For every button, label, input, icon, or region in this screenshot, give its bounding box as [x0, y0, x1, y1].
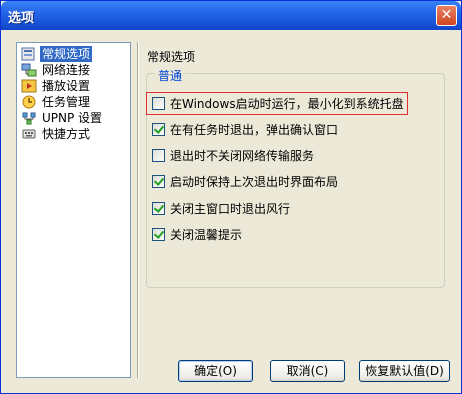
checkbox[interactable]: [152, 228, 165, 241]
nav-item-shortcut[interactable]: 快捷方式: [21, 126, 127, 142]
nav-item-upnp[interactable]: UPNP 设置: [21, 110, 127, 126]
nav-item-playback[interactable]: 播放设置: [21, 78, 127, 94]
dialog-body: 常规选项 网络连接 播放设置 任务管理 UPNP 设置 快捷方式 常规选项 普通…: [4, 30, 458, 392]
option-label: 关闭主窗口时退出风行: [170, 202, 291, 216]
network-connection-icon: [21, 63, 37, 77]
nav-item-task-manager[interactable]: 任务管理: [21, 94, 127, 110]
window-title: 选项: [8, 11, 35, 26]
restore-defaults-button[interactable]: 恢复默认值(D): [359, 360, 450, 382]
cancel-button[interactable]: 取消(C): [270, 360, 345, 382]
task-manager-icon: [22, 95, 36, 109]
option-label: 关闭温馨提示: [170, 228, 243, 242]
checkbox[interactable]: [152, 97, 165, 110]
settings-nav-list: 常规选项 网络连接 播放设置 任务管理 UPNP 设置 快捷方式: [16, 42, 131, 378]
shortcut-icon: [22, 129, 36, 139]
nav-item-label: 网络连接: [42, 63, 91, 77]
group-title: 普通: [155, 67, 186, 84]
nav-item-label: 快捷方式: [42, 127, 91, 141]
checkbox[interactable]: [152, 149, 165, 162]
checkbox[interactable]: [152, 175, 165, 188]
ok-button[interactable]: 确定(O): [178, 360, 253, 382]
nav-item-label: UPNP 设置: [42, 111, 103, 125]
nav-item-label: 播放设置: [42, 79, 91, 93]
checkbox[interactable]: [152, 123, 165, 136]
nav-item-network[interactable]: 网络连接: [21, 62, 127, 78]
nav-item-label: 任务管理: [42, 95, 91, 109]
title-bar[interactable]: 选项 ✕: [1, 1, 461, 30]
option-label: 退出时不关闭网络传输服务: [170, 149, 315, 163]
general-settings-icon: [21, 47, 35, 61]
panel-divider: [137, 42, 138, 378]
option-label: 启动时保持上次退出时界面布局: [170, 175, 339, 189]
options-dialog: 选项 ✕ 常规选项 网络连接 播放设置 任务管理 UPNP 设置 快捷方式 常规…: [0, 0, 462, 394]
option-label: 在Windows启动时运行，最小化到系统托盘: [170, 97, 404, 111]
playback-settings-icon: [21, 79, 37, 93]
nav-item-label: 常规选项: [40, 46, 93, 62]
option-label: 在有任务时退出，弹出确认窗口: [170, 123, 339, 137]
page-title: 常规选项: [147, 50, 196, 64]
close-button[interactable]: ✕: [436, 5, 457, 26]
nav-item-general[interactable]: 常规选项: [21, 46, 127, 62]
upnp-settings-icon: [22, 112, 36, 125]
checkbox[interactable]: [152, 202, 165, 215]
